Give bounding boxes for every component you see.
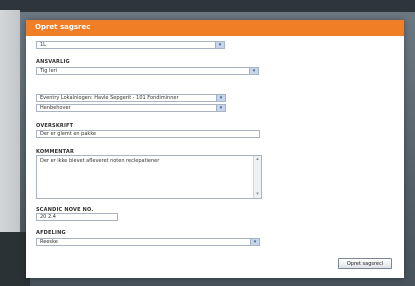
ansvarlig-select[interactable]: Tig leri ▾ [36, 67, 259, 75]
chevron-down-icon: ▾ [216, 105, 225, 111]
chevron-down-icon: ▾ [215, 42, 224, 48]
chevron-down-icon: ▾ [216, 95, 225, 101]
chevron-down-icon: ▾ [250, 239, 259, 245]
overskrift-label: OVERSKRIFT [36, 123, 74, 129]
type-select[interactable]: Henbehover ▾ [36, 104, 226, 112]
chevron-down-icon[interactable]: ▾ [254, 191, 261, 198]
scandic-input[interactable]: 20 2.4 [36, 213, 118, 221]
top-bar [0, 0, 415, 12]
afdeling-label: AFDELING [36, 230, 66, 236]
chevron-up-icon[interactable]: ▴ [254, 156, 261, 163]
kommentar-scrollbar[interactable]: ▴ ▾ [253, 156, 261, 198]
overskrift-input[interactable]: Der er glemt en pakke [36, 130, 260, 138]
ansvarlig-label: ANSVARLIG [36, 59, 70, 65]
scandic-value: 20 2.4 [40, 214, 56, 220]
ansvarlig-value: Tig leri [40, 68, 57, 74]
dialog-title: Opret sagsrec [35, 23, 91, 31]
afdeling-select[interactable]: Reeske ▾ [36, 238, 260, 246]
top-select-value: 1L [40, 42, 46, 48]
kommentar-value: Der er ikke blevet afleveret noten recle… [40, 158, 160, 164]
kommentar-textarea[interactable]: Der er ikke blevet afleveret noten recle… [36, 155, 262, 199]
queue-value: Eventry Lokalniogen: Havle Sepgerit - 10… [40, 95, 179, 101]
overskrift-value: Der er glemt en pakke [40, 131, 97, 137]
queue-select[interactable]: Eventry Lokalniogen: Havle Sepgerit - 10… [36, 94, 226, 102]
top-select[interactable]: 1L ▾ [36, 41, 225, 49]
chevron-down-icon: ▾ [249, 68, 258, 74]
type-value: Henbehover [40, 105, 71, 111]
submit-button[interactable]: Opret sagsrecl [338, 258, 392, 269]
dialog-header: Opret sagsrec [26, 20, 404, 36]
create-case-dialog: Opret sagsrec 1L ▾ ANSVARLIG Tig leri ▾ … [26, 20, 404, 278]
afdeling-value: Reeske [40, 239, 58, 245]
